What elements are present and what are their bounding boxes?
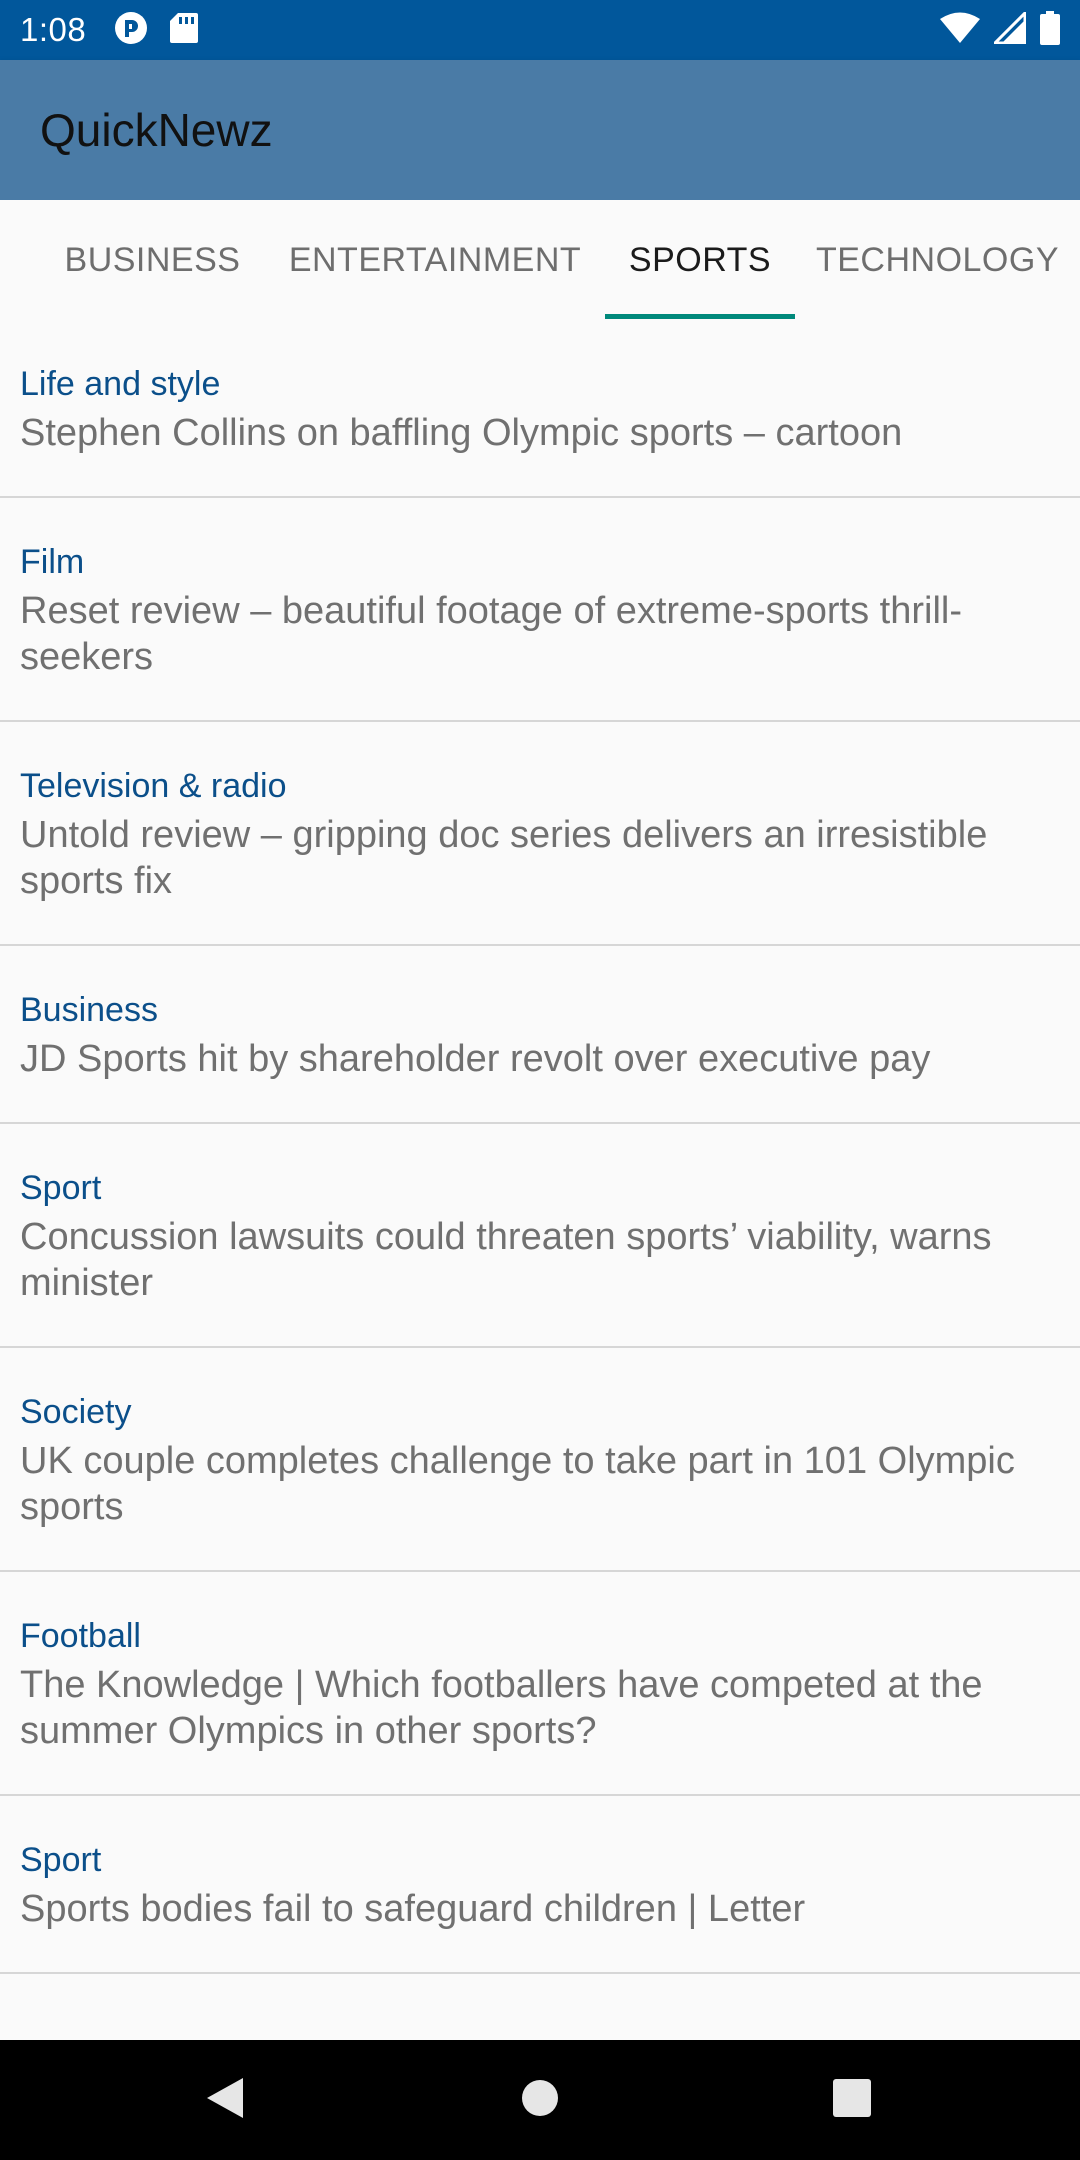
back-button[interactable] <box>165 2040 285 2160</box>
article-title: Untold review – gripping doc series deli… <box>20 814 988 902</box>
home-icon <box>520 2078 560 2123</box>
article-category: Business <box>20 991 158 1029</box>
list-item[interactable]: Film Reset review – beautiful footage of… <box>0 498 1080 722</box>
article-category: Sport <box>20 1169 102 1207</box>
tab-sports[interactable]: SPORTS <box>605 200 795 320</box>
article-category: Film <box>20 543 85 581</box>
recents-button[interactable] <box>792 2040 912 2160</box>
list-item[interactable]: Sport Sports bodies fail to safeguard ch… <box>0 1796 1080 1974</box>
home-button[interactable] <box>480 2040 600 2160</box>
article-list: Life and style Stephen Collins on baffli… <box>0 320 1080 1974</box>
status-right-icons <box>940 8 1060 50</box>
tab-bar: BUSINESS ENTERTAINMENT SPORTS TECHNOLOGY <box>0 200 1080 320</box>
battery-icon <box>1040 10 1060 50</box>
app-title: QuickNewz <box>40 104 273 156</box>
app-notification-icon <box>114 11 148 50</box>
article-category: Society <box>20 1393 132 1431</box>
article-category: Sport <box>20 1841 102 1879</box>
sd-card-icon <box>170 12 199 49</box>
list-item[interactable]: Television & radio Untold review – gripp… <box>0 722 1080 946</box>
article-title: Concussion lawsuits could threaten sport… <box>20 1216 992 1304</box>
navigation-bar <box>0 2040 1080 2160</box>
article-title: The Knowledge | Which footballers have c… <box>20 1664 983 1752</box>
list-item[interactable]: Sport Concussion lawsuits could threaten… <box>0 1124 1080 1348</box>
article-category: Television & radio <box>20 767 287 805</box>
article-title: JD Sports hit by shareholder revolt over… <box>20 1038 931 1080</box>
recents-icon <box>833 2078 871 2122</box>
article-title: Sports bodies fail to safeguard children… <box>20 1888 806 1930</box>
tab-business[interactable]: BUSINESS <box>50 200 255 320</box>
status-time: 1:08 <box>20 11 87 48</box>
list-item[interactable]: Football The Knowledge | Which footballe… <box>0 1572 1080 1796</box>
list-item[interactable]: Society UK couple completes challenge to… <box>0 1348 1080 1572</box>
status-left-icons <box>114 11 199 50</box>
list-item[interactable]: Life and style Stephen Collins on baffli… <box>0 320 1080 498</box>
article-category: Football <box>20 1617 141 1655</box>
status-bar: 1:08 <box>0 0 1080 60</box>
list-item[interactable]: Business JD Sports hit by shareholder re… <box>0 946 1080 1124</box>
cell-signal-icon <box>991 8 1027 49</box>
article-title: UK couple completes challenge to take pa… <box>20 1440 1015 1528</box>
article-category: Life and style <box>20 365 221 403</box>
tab-entertainment[interactable]: ENTERTAINMENT <box>285 200 585 320</box>
article-title: Reset review – beautiful footage of extr… <box>20 590 962 678</box>
back-icon <box>205 2076 245 2125</box>
tab-technology[interactable]: TECHNOLOGY <box>815 200 1060 320</box>
tab-indicator <box>605 314 795 319</box>
app-bar: QuickNewz <box>0 60 1080 200</box>
article-title: Stephen Collins on baffling Olympic spor… <box>20 412 903 454</box>
wifi-icon <box>940 12 980 49</box>
